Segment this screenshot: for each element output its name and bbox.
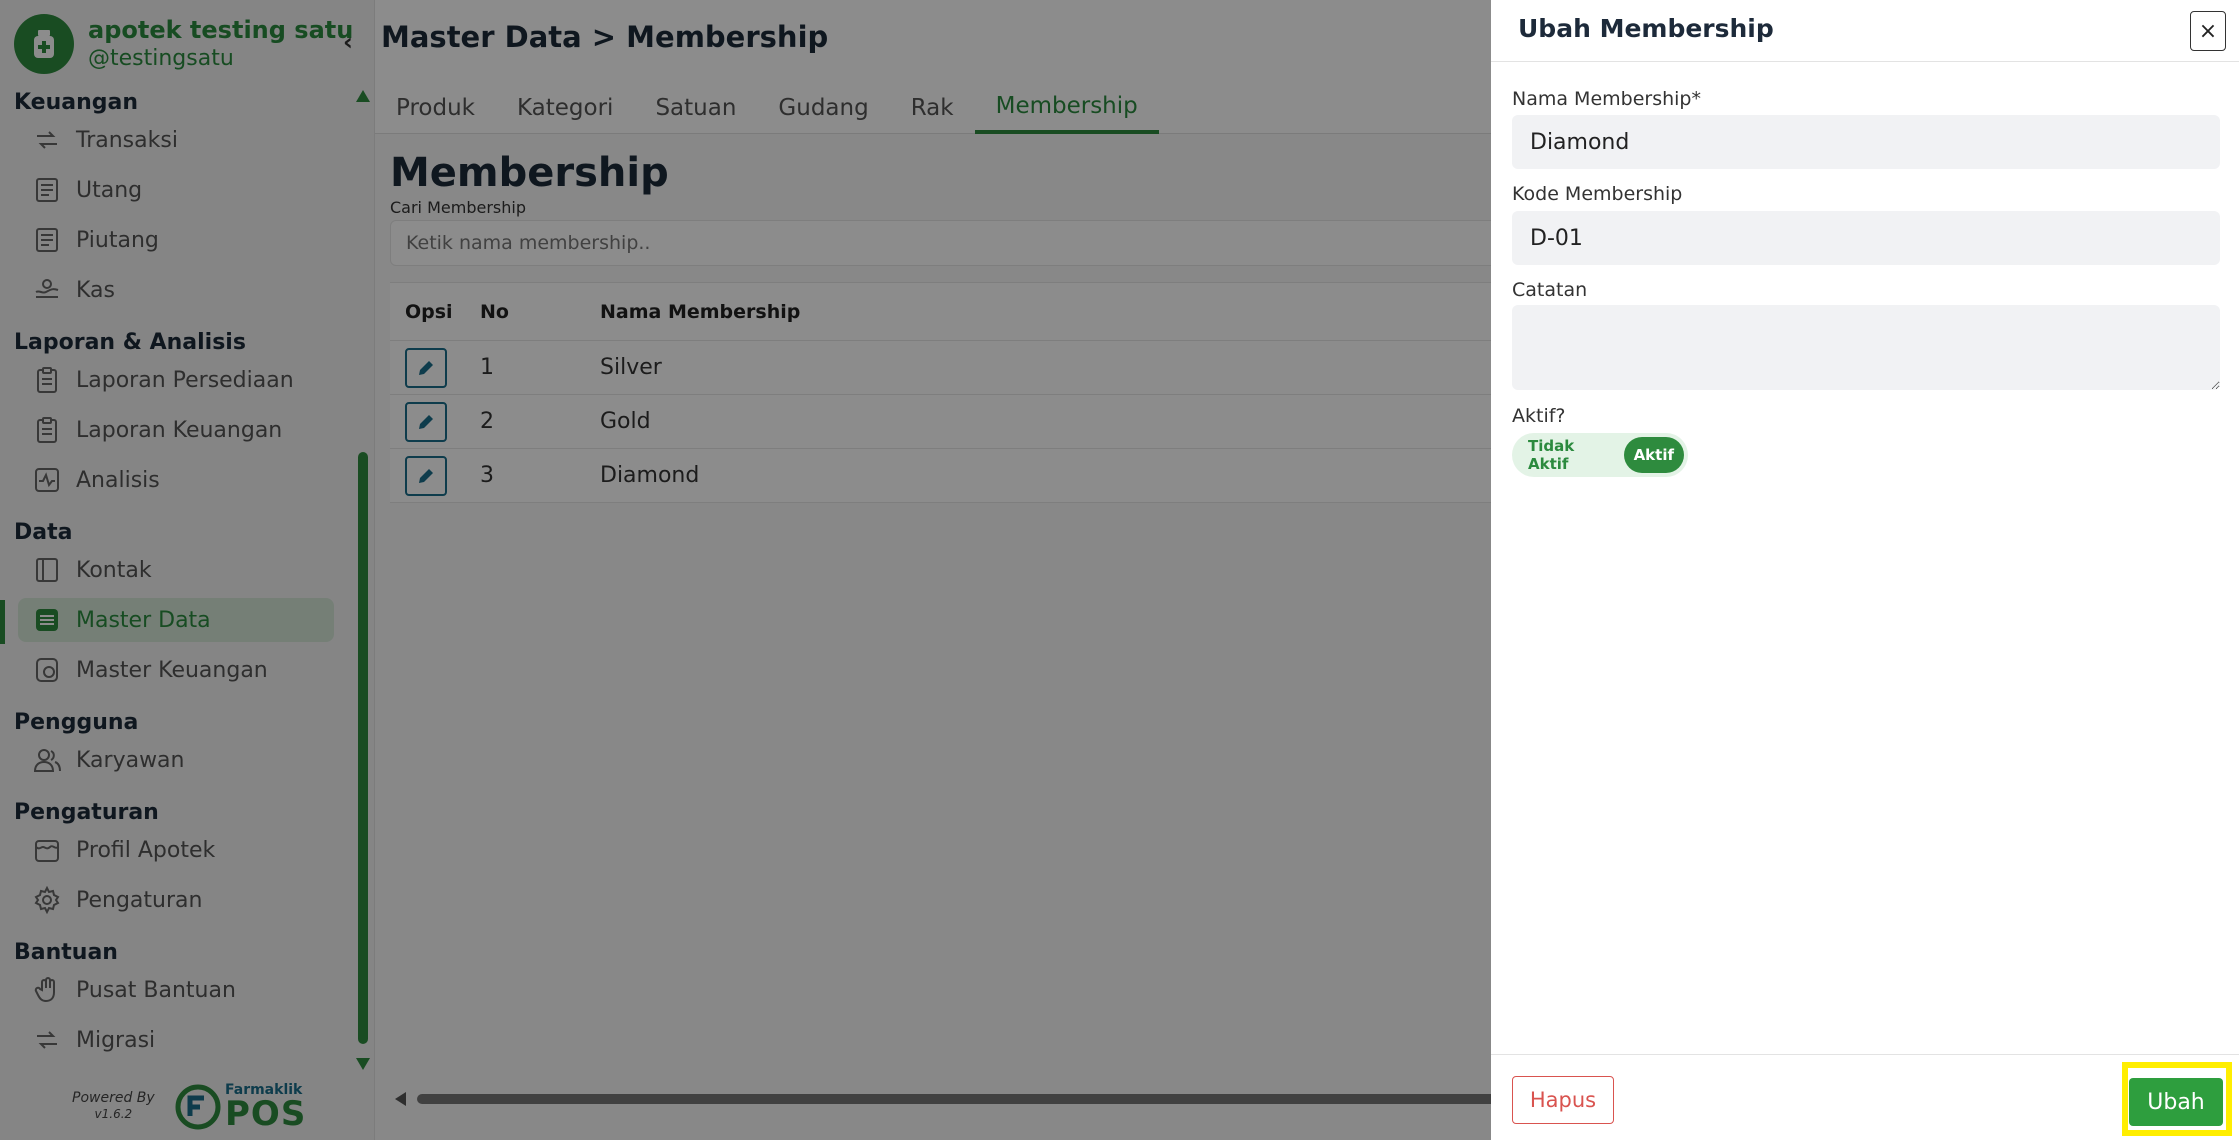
modal-backdrop[interactable] (0, 0, 1491, 1140)
drawer-footer: Hapus Ubah (1491, 1054, 2239, 1140)
drawer-header: Ubah Membership × (1491, 0, 2239, 62)
code-label: Kode Membership (1512, 183, 1683, 205)
active-toggle[interactable]: Tidak Aktif Aktif (1512, 433, 1688, 477)
active-label: Aktif? (1512, 405, 1566, 427)
notes-label: Catatan (1512, 279, 1588, 301)
edit-membership-drawer: Ubah Membership × Nama Membership* Kode … (1491, 0, 2239, 1140)
toggle-option-active[interactable]: Aktif (1623, 437, 1684, 473)
membership-code-field[interactable] (1512, 211, 2220, 265)
name-label: Nama Membership* (1512, 88, 1701, 110)
delete-button[interactable]: Hapus (1512, 1076, 1614, 1124)
close-icon: × (2198, 18, 2218, 44)
notes-textarea[interactable] (1512, 305, 2220, 390)
submit-button[interactable]: Ubah (2129, 1078, 2223, 1126)
toggle-option-inactive[interactable]: Tidak Aktif (1516, 437, 1624, 473)
close-button[interactable]: × (2190, 11, 2226, 51)
drawer-title: Ubah Membership (1518, 14, 1774, 43)
membership-name-field[interactable] (1512, 115, 2220, 169)
